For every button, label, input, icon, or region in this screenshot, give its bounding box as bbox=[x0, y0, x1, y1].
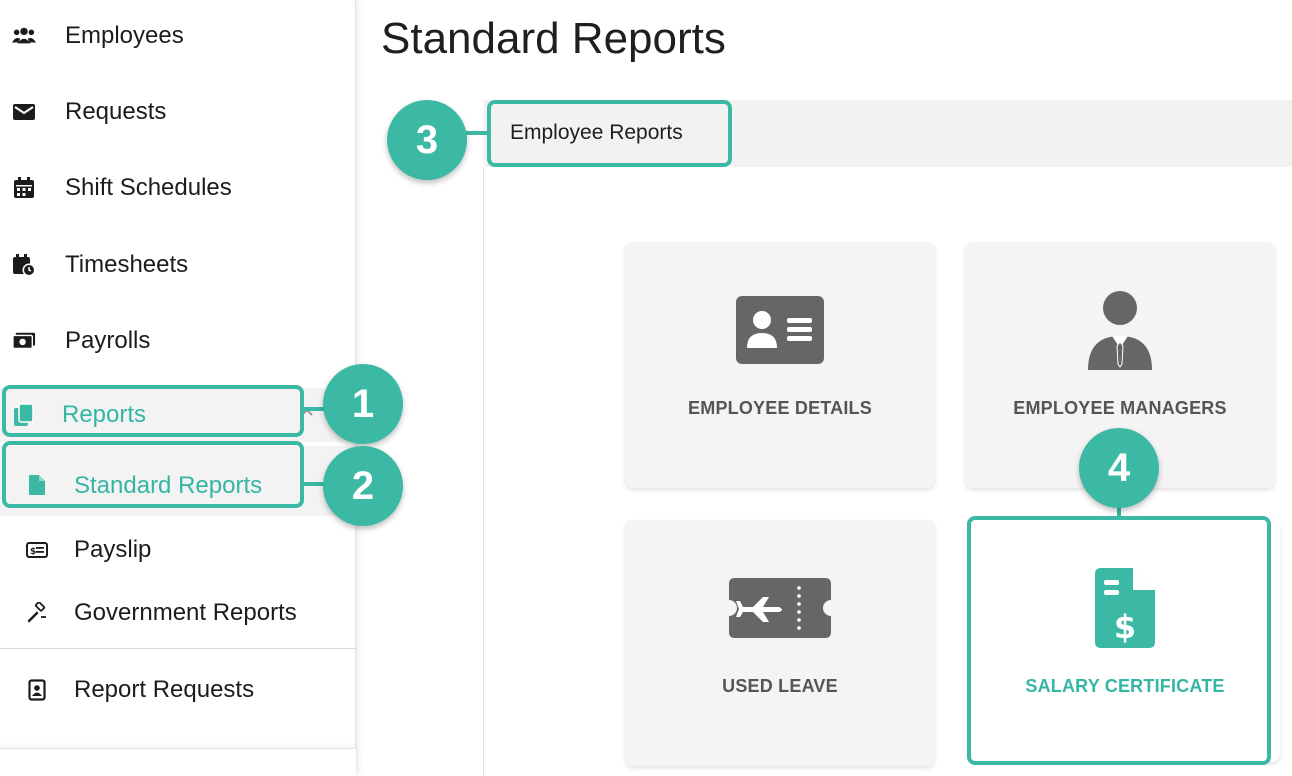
sidebar-item-label: Timesheets bbox=[65, 251, 189, 278]
sidebar-item-employees[interactable]: Employees bbox=[0, 10, 356, 62]
tab-employee-reports[interactable]: Employee Reports bbox=[510, 121, 683, 145]
callout-box-standard-reports bbox=[2, 441, 304, 508]
sidebar-item-report-requests[interactable]: Report Requests bbox=[0, 664, 356, 716]
sidebar-item-timesheets[interactable]: Timesheets bbox=[0, 239, 356, 291]
sidebar-item-label: Report Requests bbox=[74, 676, 255, 703]
content-border bbox=[483, 167, 484, 776]
plane-ticket-icon bbox=[729, 578, 831, 643]
callout-box-salary-certificate bbox=[967, 516, 1271, 765]
card-label: USED LEAVE bbox=[722, 676, 838, 696]
page-title: Standard Reports bbox=[381, 14, 726, 63]
report-card-employee-details[interactable]: EMPLOYEE DETAILS bbox=[625, 242, 935, 488]
file-user-icon bbox=[26, 679, 48, 701]
calendar-icon bbox=[12, 176, 36, 200]
payslip-icon: $ bbox=[26, 539, 48, 561]
sidebar-item-label: Payrolls bbox=[65, 327, 151, 354]
callout-box-reports bbox=[2, 385, 304, 437]
sidebar-item-government-reports[interactable]: Government Reports bbox=[0, 587, 356, 639]
card-label: EMPLOYEE MANAGERS bbox=[1013, 398, 1227, 418]
sidebar-item-label: Government Reports bbox=[74, 599, 297, 626]
callout-badge-4: 4 bbox=[1079, 428, 1159, 508]
sidebar-item-label: Requests bbox=[65, 98, 167, 125]
sidebar-divider bbox=[0, 648, 356, 649]
card-label: EMPLOYEE DETAILS bbox=[688, 398, 872, 418]
gavel-icon bbox=[26, 602, 48, 624]
money-icon bbox=[12, 329, 36, 353]
sidebar-item-payrolls[interactable]: Payrolls bbox=[0, 315, 356, 367]
sidebar-item-shift-schedules[interactable]: Shift Schedules bbox=[0, 162, 356, 214]
manager-icon bbox=[1086, 290, 1154, 375]
callout-badge-2: 2 bbox=[323, 446, 403, 526]
envelope-icon bbox=[12, 100, 36, 124]
sidebar-item-requests[interactable]: Requests bbox=[0, 86, 356, 138]
id-card-icon bbox=[736, 296, 824, 369]
sidebar-item-label: Payslip bbox=[74, 536, 152, 563]
svg-text:$: $ bbox=[30, 547, 36, 557]
users-icon bbox=[12, 24, 36, 48]
callout-badge-1: 1 bbox=[323, 364, 403, 444]
sidebar-item-label: Shift Schedules bbox=[65, 174, 232, 201]
sidebar-footer bbox=[0, 748, 356, 776]
report-card-used-leave[interactable]: USED LEAVE bbox=[625, 520, 935, 766]
sidebar-item-payslip[interactable]: $ Payslip bbox=[0, 524, 356, 576]
sidebar-item-label: Employees bbox=[65, 22, 184, 49]
calendar-clock-icon bbox=[12, 253, 36, 277]
callout-badge-3: 3 bbox=[387, 100, 467, 180]
